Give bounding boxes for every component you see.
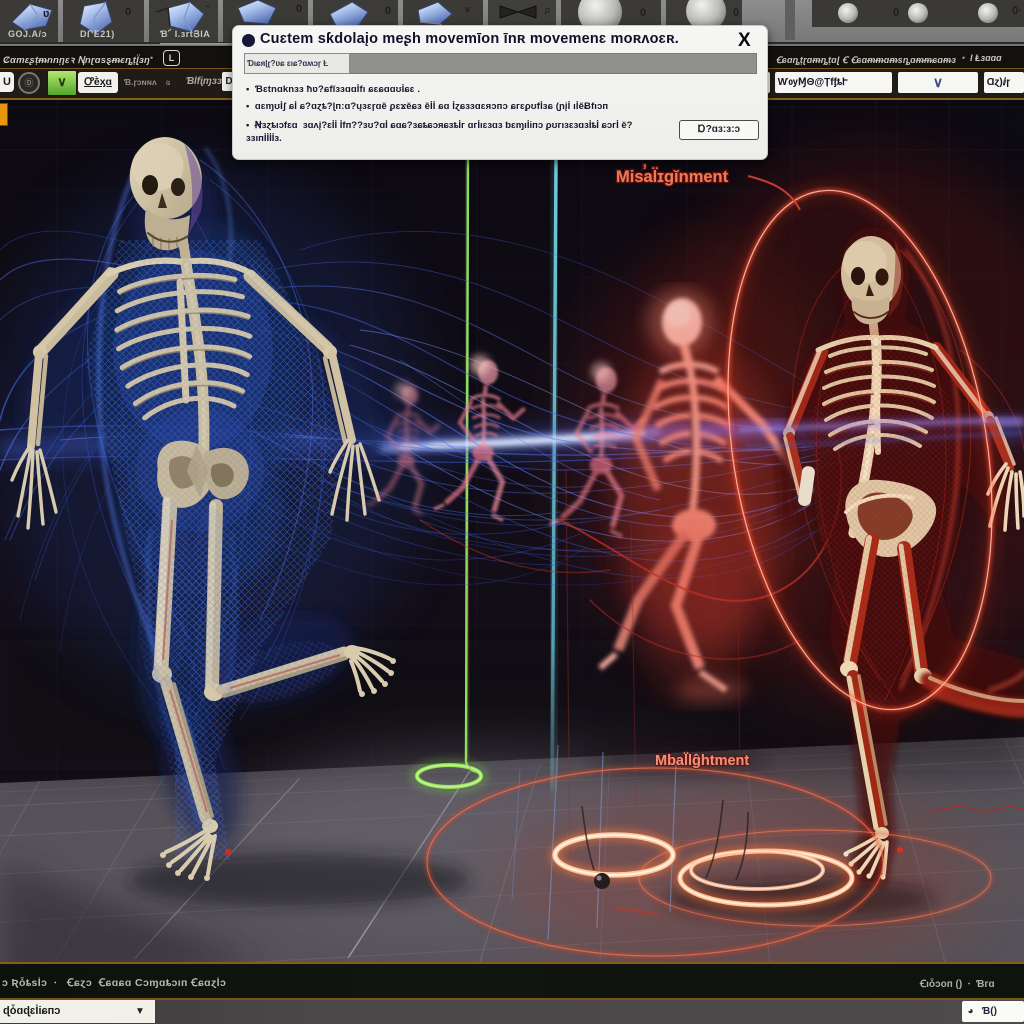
- svg-text:v: v: [465, 4, 470, 14]
- svg-text:0: 0: [385, 5, 391, 17]
- svg-text:ʋ: ʋ: [43, 8, 49, 20]
- svg-text:Mbal̈lĝhtment: Mbal̈lĝhtment: [655, 752, 749, 769]
- svg-text:~: ~: [205, 2, 210, 11]
- svg-text:Mis̕al̈ɪgĭnment: Mis̕al̈ɪgĭnment: [616, 164, 729, 186]
- svg-text:0: 0: [125, 6, 131, 18]
- svg-text:0: 0: [733, 7, 739, 19]
- svg-text:0·: 0·: [1012, 5, 1022, 17]
- svg-text:0: 0: [296, 3, 302, 15]
- svg-text:DՐE21): DՐE21): [80, 29, 115, 39]
- svg-text:GOJ.A/ɔ: GOJ.A/ɔ: [8, 29, 47, 39]
- svg-text:Ɓ՜ І.ɜrtՅlА: Ɓ՜ І.ɜrtՅlА: [160, 28, 210, 39]
- svg-text:p: p: [544, 5, 550, 15]
- svg-text:0: 0: [893, 7, 899, 19]
- svg-text:0: 0: [640, 7, 646, 19]
